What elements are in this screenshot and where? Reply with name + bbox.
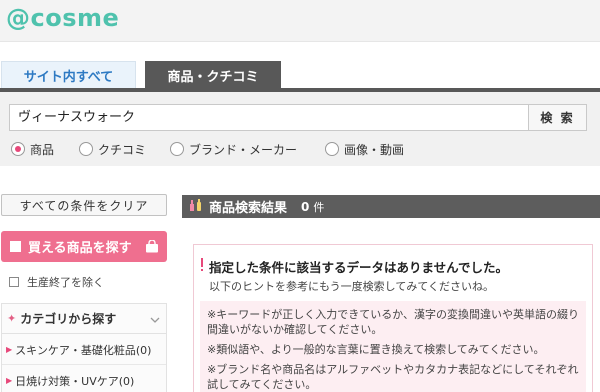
exclude-label: 生産終了を除く — [27, 276, 104, 289]
radio-empty-icon — [170, 142, 184, 156]
search-button[interactable]: 検 索 — [528, 104, 587, 131]
no-results-message: 指定した条件に該当するデータはありませんでした。 以下のヒントを参考にもう一度検… — [193, 244, 593, 392]
category-item-skincare[interactable]: ▶ スキンケア・基礎化粧品(0) — [2, 335, 166, 365]
site-header: @cosme — [0, 0, 600, 42]
exclude-discontinued[interactable]: 生産終了を除く — [9, 274, 104, 290]
shopping-bag-icon — [145, 239, 159, 253]
chevron-down-icon[interactable] — [150, 312, 160, 326]
category-label: 日焼け対策・UVケア(0) — [15, 374, 135, 388]
hint-item: ※ブランド名や商品名はアルファベットやカタカナ表記などにしてそれぞれ試してみてく… — [207, 363, 579, 391]
hint-item: ※キーワードが正しく入力できているか、漢字の変換間違いや英単語の綴り間違いがない… — [207, 308, 579, 336]
results-title: 商品検索結果 — [209, 201, 288, 216]
sparkle-icon: ✦ — [7, 312, 17, 325]
radio-label: 画像・動画 — [344, 142, 405, 157]
tab-site-all[interactable]: サイト内すべて — [1, 61, 136, 89]
buyable-label: 買える商品を探す — [28, 241, 132, 256]
radio-empty-icon — [325, 142, 339, 156]
cosme-logo[interactable]: @cosme — [6, 4, 119, 32]
radio-label: ブランド・メーカー — [189, 142, 298, 157]
category-item-uv[interactable]: ▶ 日焼け対策・UVケア(0) — [2, 366, 166, 392]
results-unit: 件 — [313, 200, 325, 214]
results-count: 0 — [301, 199, 310, 214]
cosmetics-icon — [189, 198, 203, 215]
search-hints: ※キーワードが正しく入力できているか、漢字の変換間違いや英単語の綴り間違いがない… — [200, 301, 586, 392]
category-header[interactable]: ✦ カテゴリから探す — [2, 304, 166, 334]
alert-icon — [200, 258, 204, 272]
square-icon — [10, 241, 21, 252]
search-panel: ヴィーナスウォーク 検 索 商品 クチコミ ブランド・メーカー 画像・動画 — [0, 92, 600, 166]
radio-label: クチコミ — [98, 142, 147, 157]
results-header: 商品検索結果 0 件 — [182, 195, 600, 218]
radio-images[interactable]: 画像・動画 — [325, 140, 404, 158]
arrow-right-icon: ▶ — [6, 345, 13, 354]
search-tabs: サイト内すべて 商品・クチコミ — [0, 58, 600, 89]
search-input[interactable]: ヴィーナスウォーク — [9, 104, 528, 131]
category-title: カテゴリから探す — [20, 312, 117, 326]
radio-empty-icon — [79, 142, 93, 156]
radio-label: 商品 — [30, 142, 55, 157]
arrow-right-icon: ▶ — [6, 376, 13, 385]
category-label: スキンケア・基礎化粧品(0) — [15, 343, 152, 357]
hint-item: ※類似語や、より一般的な言葉に置き換えて検索してみてください。 — [207, 343, 545, 356]
category-panel: ✦ カテゴリから探す ▶ スキンケア・基礎化粧品(0) ▶ 日焼け対策・UVケア… — [1, 303, 167, 392]
radio-brand[interactable]: ブランド・メーカー — [170, 140, 297, 158]
no-results-heading: 指定した条件に該当するデータはありませんでした。 — [209, 260, 509, 275]
buyable-products-button[interactable]: 買える商品を探す — [1, 231, 167, 262]
clear-filters-button[interactable]: すべての条件をクリア — [1, 194, 167, 216]
radio-selected-icon — [11, 142, 25, 156]
radio-product[interactable]: 商品 — [11, 140, 54, 158]
radio-reviews[interactable]: クチコミ — [79, 140, 146, 158]
checkbox-icon[interactable] — [9, 277, 19, 287]
no-results-subtext: 以下のヒントを参考にもう一度検索してみてくださいね。 — [209, 280, 495, 293]
tab-product-reviews[interactable]: 商品・クチコミ — [145, 61, 281, 89]
